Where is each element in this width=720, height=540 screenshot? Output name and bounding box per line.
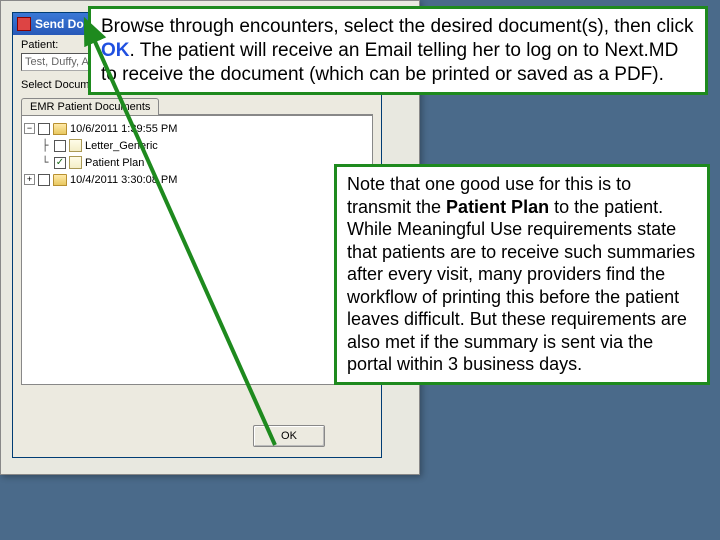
expander-icon[interactable]: + — [24, 174, 35, 185]
document-tree[interactable]: − 10/6/2011 1:39:55 PM ├ Letter_Generic … — [21, 115, 373, 385]
document-icon — [69, 139, 82, 152]
checkbox-checked[interactable]: ✓ — [54, 157, 66, 169]
callout-bold-emphasis: Patient Plan — [446, 197, 549, 217]
tree-encounter-2[interactable]: + 10/4/2011 3:30:08 PM — [24, 171, 370, 188]
tree-doc-patient-plan[interactable]: └ ✓ Patient Plan — [24, 154, 370, 171]
tree-encounter-1[interactable]: − 10/6/2011 1:39:55 PM — [24, 120, 370, 137]
expander-icon[interactable]: − — [24, 123, 35, 134]
tree-node-label: 10/4/2011 3:30:08 PM — [70, 174, 177, 186]
checkbox[interactable] — [38, 174, 50, 186]
tree-doc-letter-generic[interactable]: ├ Letter_Generic — [24, 137, 370, 154]
ok-button[interactable]: OK — [253, 425, 325, 447]
checkbox[interactable] — [54, 140, 66, 152]
folder-icon — [53, 174, 67, 186]
instruction-callout-2: Note that one good use for this is to tr… — [334, 164, 710, 385]
app-icon — [17, 17, 31, 31]
instruction-callout-1: Browse through encounters, select the de… — [88, 6, 708, 95]
checkbox[interactable] — [38, 123, 50, 135]
document-icon — [69, 156, 82, 169]
callout-text: Browse through encounters, select the de… — [101, 16, 693, 37]
folder-icon — [53, 123, 67, 135]
tree-node-label: 10/6/2011 1:39:55 PM — [70, 123, 177, 135]
callout-text: . The patient will receive an Email tell… — [101, 40, 678, 85]
tree-node-label: Patient Plan — [85, 157, 144, 169]
tree-node-label: Letter_Generic — [85, 140, 158, 152]
tab-emr-patient-documents[interactable]: EMR Patient Documents — [21, 98, 159, 115]
callout-ok-emphasis: OK — [101, 40, 130, 61]
callout-text: to the patient. While Meaningful Use req… — [347, 197, 695, 375]
tab-strip: EMR Patient Documents — [21, 95, 373, 115]
